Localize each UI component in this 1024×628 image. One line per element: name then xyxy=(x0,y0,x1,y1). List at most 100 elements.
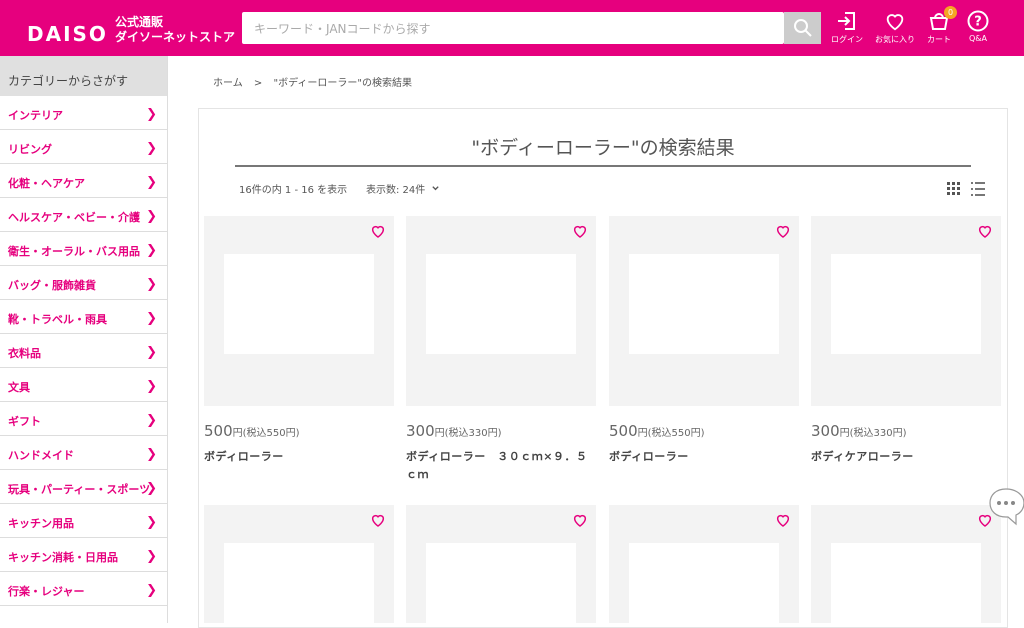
grid-view-button[interactable] xyxy=(947,181,961,200)
product-image[interactable] xyxy=(406,216,596,406)
chevron-right-icon: ❯ xyxy=(146,175,157,190)
product-card[interactable]: 300円(税込330円) ボディケアローラー xyxy=(811,216,1001,466)
product-card[interactable]: 500円(税込550円) ボディローラー xyxy=(609,216,799,466)
product-photo xyxy=(831,543,981,623)
qa-button[interactable]: ? Q&A xyxy=(953,10,1003,48)
chevron-right-icon: ❯ xyxy=(146,277,157,292)
store-name-line1: 公式通販 xyxy=(115,15,164,29)
store-name[interactable]: 公式通販 ダイソーネットストア xyxy=(115,15,235,45)
product-card[interactable]: 500円(税込550円) ボディローラー xyxy=(204,216,394,466)
category-item[interactable]: キッチン消耗・日用品 ❯ xyxy=(0,538,167,572)
login-label: ログイン xyxy=(831,35,863,44)
product-card[interactable] xyxy=(204,505,394,623)
list-view-button[interactable] xyxy=(971,181,985,200)
price-unit: 円(税込550円) xyxy=(637,428,705,439)
favorite-heart-icon[interactable] xyxy=(572,223,588,239)
product-photo xyxy=(426,543,576,623)
category-item[interactable]: リビング ❯ xyxy=(0,130,167,164)
chevron-right-icon: ❯ xyxy=(146,345,157,360)
category-item[interactable]: 化粧・ヘアケア ❯ xyxy=(0,164,167,198)
product-image[interactable] xyxy=(811,505,1001,623)
category-label: ヘルスケア・ベビー・介護 xyxy=(8,211,140,224)
price-value: 500 xyxy=(204,422,233,440)
category-item[interactable]: インテリア ❯ xyxy=(0,96,167,130)
product-price: 500円(税込550円) xyxy=(609,422,799,440)
product-image[interactable] xyxy=(811,216,1001,406)
category-item[interactable]: 衣料品 ❯ xyxy=(0,334,167,368)
category-item[interactable]: 衛生・オーラル・バス用品 ❯ xyxy=(0,232,167,266)
search-icon xyxy=(793,19,812,37)
product-image[interactable] xyxy=(406,505,596,623)
category-sidebar: カテゴリーからさがす インテリア ❯ リビング ❯ 化粧・ヘアケア ❯ ヘルスケア・ベビー・… xyxy=(0,56,168,623)
price-unit: 円(税込550円) xyxy=(232,428,300,439)
breadcrumb: ホーム > "ボディーローラー"の検索結果 xyxy=(213,74,420,89)
product-photo xyxy=(224,543,374,623)
product-photo xyxy=(629,543,779,623)
product-name[interactable]: ボディケアローラー xyxy=(811,448,1001,466)
chevron-right-icon: ❯ xyxy=(146,481,157,496)
grid-icon xyxy=(947,182,960,195)
product-card[interactable] xyxy=(406,505,596,623)
chevron-right-icon: ❯ xyxy=(146,379,157,394)
product-name[interactable]: ボディローラー xyxy=(609,448,799,466)
search-button[interactable] xyxy=(784,12,821,44)
product-name[interactable]: ボディローラー ３０ｃｍ×９．５ｃｍ xyxy=(406,448,596,484)
product-card[interactable] xyxy=(609,505,799,623)
favorite-heart-icon[interactable] xyxy=(370,223,386,239)
product-image[interactable] xyxy=(204,505,394,623)
product-photo xyxy=(426,254,576,354)
category-label: キッチン用品 xyxy=(8,517,74,530)
product-price: 300円(税込330円) xyxy=(811,422,1001,440)
daiso-logo[interactable]: DAISO xyxy=(27,22,108,46)
favorites-button[interactable]: お気に入り xyxy=(870,10,920,48)
category-label: リビング xyxy=(8,143,52,156)
product-price: 500円(税込550円) xyxy=(204,422,394,440)
product-card[interactable] xyxy=(811,505,1001,623)
product-photo xyxy=(629,254,779,354)
chevron-right-icon: ❯ xyxy=(146,311,157,326)
category-item[interactable]: バッグ・服飾雑貨 ❯ xyxy=(0,266,167,300)
per-page-select[interactable]: 表示数: 24件 xyxy=(366,181,440,196)
product-image[interactable] xyxy=(609,505,799,623)
favorites-label: お気に入り xyxy=(875,35,915,44)
login-button[interactable]: ログイン xyxy=(822,10,872,48)
site-header: DAISO 公式通販 ダイソーネットストア キーワード・JANコードから探す ロ… xyxy=(0,0,1024,56)
category-item[interactable]: 靴・トラベル・雨具 ❯ xyxy=(0,300,167,334)
category-item[interactable]: ハンドメイド ❯ xyxy=(0,436,167,470)
result-count: 16件の内 1 - 16 を表示 xyxy=(239,185,348,196)
category-label: 衣料品 xyxy=(8,347,41,360)
price-value: 300 xyxy=(406,422,435,440)
chevron-right-icon: ❯ xyxy=(146,549,157,564)
category-item[interactable]: ギフト ❯ xyxy=(0,402,167,436)
favorite-heart-icon[interactable] xyxy=(572,512,588,528)
favorite-heart-icon[interactable] xyxy=(775,512,791,528)
product-name[interactable]: ボディローラー xyxy=(204,448,394,466)
category-label: 玩具・パーティー・スポーツ xyxy=(8,483,151,496)
favorite-heart-icon[interactable] xyxy=(775,223,791,239)
favorite-heart-icon[interactable] xyxy=(977,223,993,239)
login-icon xyxy=(838,12,855,30)
chevron-right-icon: ❯ xyxy=(146,243,157,258)
favorite-heart-icon[interactable] xyxy=(370,512,386,528)
category-item[interactable]: 文具 ❯ xyxy=(0,368,167,402)
category-label: インテリア xyxy=(8,109,63,122)
category-item[interactable]: 玩具・パーティー・スポーツ ❯ xyxy=(0,470,167,504)
breadcrumb-current: "ボディーローラー"の検索結果 xyxy=(273,78,412,89)
product-card[interactable]: 300円(税込330円) ボディローラー ３０ｃｍ×９．５ｃｍ xyxy=(406,216,596,484)
product-image[interactable] xyxy=(204,216,394,406)
chat-button[interactable] xyxy=(988,487,1024,527)
category-item[interactable]: キッチン用品 ❯ xyxy=(0,504,167,538)
chevron-right-icon: ❯ xyxy=(146,515,157,530)
chevron-right-icon: ❯ xyxy=(146,583,157,598)
category-label: 文具 xyxy=(8,381,30,394)
sidebar-heading: カテゴリーからさがす xyxy=(0,56,167,96)
search-input[interactable]: キーワード・JANコードから探す xyxy=(242,12,784,44)
store-name-line2: ダイソーネットストア xyxy=(115,30,236,44)
category-item[interactable]: 行楽・レジャー ❯ xyxy=(0,572,167,606)
category-label: 行楽・レジャー xyxy=(8,585,85,598)
breadcrumb-separator: > xyxy=(253,78,263,89)
breadcrumb-home[interactable]: ホーム xyxy=(213,78,243,89)
product-image[interactable] xyxy=(609,216,799,406)
category-item[interactable]: ヘルスケア・ベビー・介護 ❯ xyxy=(0,198,167,232)
heart-icon xyxy=(886,14,904,31)
